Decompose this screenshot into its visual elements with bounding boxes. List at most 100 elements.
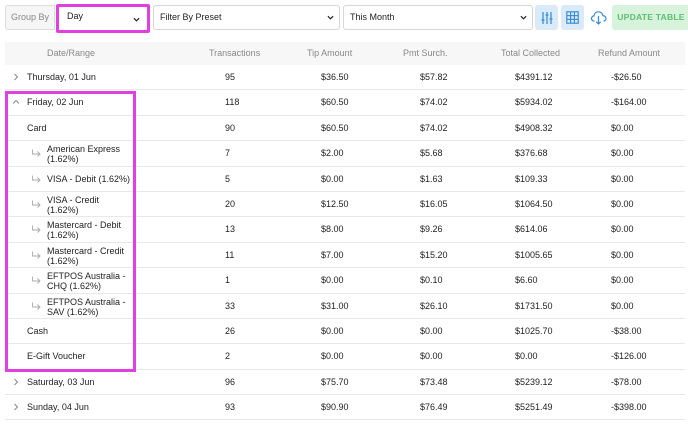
cell-transactions: 7: [225, 148, 231, 159]
cell-tip: $2.00: [321, 148, 344, 159]
row-label: Cash: [27, 325, 49, 336]
cell-tip: $0.00: [321, 325, 344, 336]
cell-surcharge: $76.49: [420, 402, 448, 413]
group-by-value: Day: [67, 11, 84, 21]
cell-surcharge: $1.63: [420, 173, 443, 184]
chevron-down-icon: [327, 15, 334, 20]
sub-item-arrow-icon: [32, 225, 41, 234]
cell-surcharge: $74.02: [420, 97, 448, 108]
cell-transactions: 1: [225, 275, 231, 286]
cell-refund: $0.00: [611, 249, 634, 260]
row-label: VISA - Credit (1.62%): [47, 195, 99, 215]
table-row-day[interactable]: Sunday, 04 Jun 93 $90.90 $76.49 $5251.49…: [5, 395, 685, 421]
cell-total: $5239.12: [515, 376, 553, 387]
cell-transactions: 93: [225, 402, 236, 413]
table-row-card-type: Mastercard - Credit (1.62%) 11 $7.00 $15.…: [5, 243, 685, 269]
row-label-line2: (1.62%): [47, 255, 79, 266]
row-label: Saturday, 03 Jun: [27, 376, 95, 387]
group-by-select[interactable]: Day: [56, 4, 150, 33]
row-label-line1: Mastercard - Debit: [47, 220, 122, 231]
cell-total: $5251.49: [515, 402, 553, 413]
chevron-right-icon[interactable]: [12, 73, 20, 81]
table-row-payment-type: Card 90 $60.50 $74.02 $4908.32 $0.00: [5, 116, 685, 142]
cell-transactions: 95: [225, 72, 236, 82]
table-row-payment-type: E-Gift Voucher 2 $0.00 $0.00 $0.00 -$126…: [5, 344, 685, 370]
row-label-line2: (1.62%): [47, 204, 79, 215]
cell-total: $1731.50: [515, 300, 553, 311]
row-label-line2: SAV (1.62%): [47, 306, 99, 317]
cell-refund: -$26.50: [611, 72, 642, 82]
cell-tip: $75.70: [321, 376, 349, 387]
row-label: VISA - Debit (1.62%): [47, 173, 131, 184]
row-label-line2: CHQ (1.62%): [47, 281, 102, 292]
row-label: American Express (1.62%): [47, 144, 120, 164]
table-view-button[interactable]: [561, 5, 584, 30]
sub-item-arrow-icon: [32, 276, 41, 284]
cell-tip: $31.00: [321, 300, 349, 311]
cell-transactions: 2: [225, 351, 231, 362]
period-value: This Month: [350, 12, 395, 22]
cell-refund: $0.00: [611, 300, 634, 311]
chevron-right-icon[interactable]: [12, 403, 20, 411]
sub-item-arrow-icon: [32, 251, 41, 259]
col-header-date[interactable]: Date/Range: [47, 48, 95, 58]
cell-total: $0.00: [515, 351, 538, 362]
table-row-payment-type: Cash 26 $0.00 $0.00 $1025.70 -$38.00: [5, 319, 685, 345]
cell-surcharge: $73.48: [420, 376, 448, 387]
cell-surcharge: $16.05: [420, 198, 448, 209]
sub-item-arrow-icon: [32, 149, 41, 157]
cell-total: $1005.65: [515, 249, 553, 260]
sliders-icon: [541, 11, 552, 24]
cell-refund: $0.00: [611, 224, 634, 235]
sub-item-arrow-icon: [32, 200, 41, 208]
cell-refund: $0.00: [611, 173, 634, 184]
row-label-line1: EFTPOS Australia -: [47, 271, 126, 282]
cell-surcharge: $15.20: [420, 249, 448, 260]
col-header-tip[interactable]: Tip Amount: [307, 48, 352, 58]
col-header-refund[interactable]: Refund Amount: [598, 48, 660, 58]
cell-surcharge: $0.00: [420, 351, 443, 362]
table-row-card-type: American Express (1.62%) 7 $2.00 $5.68 $3…: [5, 141, 685, 167]
row-label-line1: EFTPOS Australia -: [47, 296, 126, 307]
cell-tip: $90.90: [321, 402, 349, 413]
table-row-card-type: EFTPOS Australia - SAV (1.62%) 33 $31.00 …: [5, 294, 685, 319]
cell-surcharge: $0.00: [420, 325, 443, 336]
cell-transactions: 96: [225, 376, 236, 387]
chevron-down-icon: [133, 17, 140, 22]
period-select[interactable]: This Month: [343, 5, 533, 30]
row-label: Mastercard - Debit (1.62%): [47, 220, 121, 240]
toolbar: Group By Day Filter By Preset This Month: [5, 4, 688, 33]
preset-select[interactable]: Filter By Preset: [153, 5, 340, 30]
download-button[interactable]: [587, 5, 610, 30]
cell-tip: $36.50: [321, 72, 349, 82]
update-table-button[interactable]: UPDATE TABLE: [612, 5, 688, 30]
cell-total: $1025.70: [515, 325, 553, 336]
table-row-day[interactable]: Saturday, 03 Jun 96 $75.70 $73.48 $5239.…: [5, 370, 685, 396]
chevron-right-icon[interactable]: [12, 378, 20, 386]
cell-tip: $12.50: [321, 198, 349, 209]
cell-tip: $60.50: [321, 122, 349, 133]
cell-refund: $0.00: [611, 148, 634, 159]
cell-transactions: 20: [225, 198, 236, 209]
cell-refund: $0.00: [611, 198, 634, 209]
chevron-down-icon: [520, 15, 527, 20]
cell-tip: $0.00: [321, 275, 344, 286]
table-row-day[interactable]: Thursday, 01 Jun 95 $36.50 $57.82 $4391.…: [5, 65, 685, 91]
row-label-line1: Mastercard - Credit: [47, 245, 125, 256]
row-label: EFTPOS Australia - SAV (1.62%): [47, 297, 126, 317]
row-label: Sunday, 04 Jun: [27, 402, 89, 413]
cell-transactions: 13: [225, 224, 236, 235]
cell-total: $6.60: [515, 275, 538, 286]
cloud-download-icon: [590, 11, 607, 25]
chevron-up-icon[interactable]: [12, 98, 20, 106]
table-row-card-type: VISA - Credit (1.62%) 20 $12.50 $16.05 $1…: [5, 192, 685, 218]
column-settings-button[interactable]: [535, 5, 558, 30]
col-header-transactions[interactable]: Transactions: [209, 48, 260, 58]
cell-transactions: 26: [225, 325, 236, 336]
col-header-total[interactable]: Total Collected: [501, 48, 560, 58]
col-header-surcharge[interactable]: Pmt Surch.: [403, 48, 448, 58]
cell-refund: -$126.00: [611, 351, 647, 362]
table-row-day[interactable]: Friday, 02 Jun 118 $60.50 $74.02 $5934.0…: [5, 90, 685, 116]
row-label: E-Gift Voucher: [27, 351, 86, 362]
cell-refund: -$398.00: [611, 402, 647, 413]
